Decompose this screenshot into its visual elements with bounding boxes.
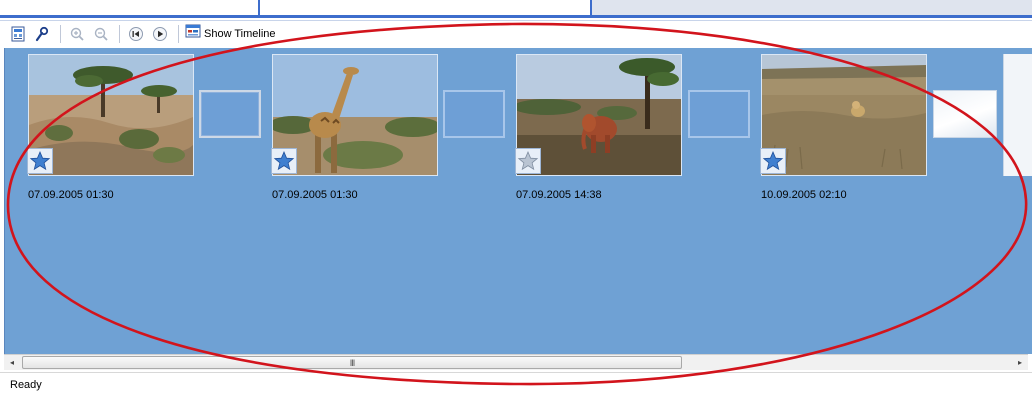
star-icon — [271, 148, 297, 174]
timeline-icon — [185, 23, 201, 44]
storyboard-clip[interactable] — [27, 54, 194, 176]
zoom-out-icon[interactable] — [91, 24, 111, 44]
star-icon — [760, 148, 786, 174]
toolbar-separator — [119, 24, 120, 43]
scroll-right-arrow-icon[interactable]: ▸ — [1012, 355, 1028, 370]
star-icon — [27, 148, 53, 174]
clip-date-label: 07.09.2005 14:38 — [516, 189, 602, 201]
storyboard-clip[interactable] — [760, 54, 927, 176]
transition-slot[interactable] — [933, 90, 997, 138]
scrollbar-grip: III — [349, 357, 355, 368]
star-icon — [515, 148, 541, 174]
transition-slot[interactable] — [443, 90, 505, 138]
status-text: Ready — [10, 378, 42, 391]
transition-slot[interactable] — [199, 90, 261, 138]
play-icon[interactable] — [150, 24, 170, 44]
clip-date-label: 07.09.2005 01:30 — [272, 189, 358, 201]
storyboard-icon[interactable] — [8, 24, 28, 44]
status-bar: Ready — [0, 372, 1032, 396]
storyboard-clip[interactable] — [515, 54, 682, 176]
show-timeline-label: Show Timeline — [204, 27, 276, 40]
effects-icon[interactable] — [32, 24, 52, 44]
storyboard-toolbar: Show Timeline — [0, 20, 1032, 46]
contents-pane-edge — [258, 0, 590, 18]
show-timeline-button[interactable]: Show Timeline — [185, 24, 276, 44]
toolbar-separator — [60, 24, 61, 43]
horizontal-scrollbar[interactable]: ◂ III ▸ — [4, 354, 1028, 370]
storyboard-clip-partial[interactable] — [1003, 54, 1032, 176]
movie-maker-window: Show Timeline 07.09.2005 01:30 07.09.200… — [0, 0, 1032, 396]
collections-pane-edge — [0, 0, 258, 18]
zoom-in-icon[interactable] — [67, 24, 87, 44]
rewind-icon[interactable] — [126, 24, 146, 44]
storyboard-clip[interactable] — [271, 54, 438, 176]
preview-pane-edge — [590, 0, 1032, 18]
scroll-left-arrow-icon[interactable]: ◂ — [4, 355, 20, 370]
top-panels — [0, 0, 1032, 20]
toolbar-separator — [178, 24, 179, 43]
storyboard-area[interactable]: 07.09.2005 01:30 07.09.2005 01:30 07.09.… — [4, 48, 1032, 354]
clip-date-label: 07.09.2005 01:30 — [28, 189, 114, 201]
transition-slot[interactable] — [688, 90, 750, 138]
scrollbar-thumb[interactable]: III — [22, 356, 682, 369]
clip-date-label: 10.09.2005 02:10 — [761, 189, 847, 201]
